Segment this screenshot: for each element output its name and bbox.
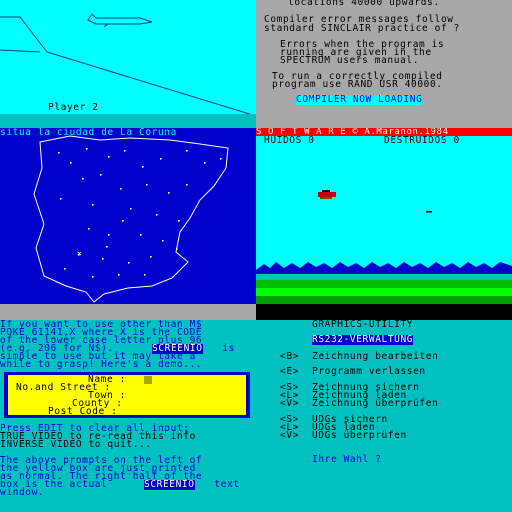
menu-item-udgs-pruefen[interactable]: <V> UDGs überprüfen (280, 431, 500, 441)
city-dots (58, 148, 222, 278)
menu-label: Zeichnung bearbeiten (312, 351, 439, 362)
map-panel: situa la ciudad de La Coruna × (0, 128, 256, 320)
loading-status: COMPILER NOW LOADING (296, 94, 423, 105)
ground-cyan-band (256, 274, 512, 280)
input-form-box: Name : No.and Street : Town : County : P… (4, 372, 250, 418)
wing-outline (0, 16, 256, 117)
ground-green-band (256, 280, 512, 288)
outro-line: window. (0, 487, 45, 498)
player-plane-icon (318, 190, 336, 199)
menu-key: <E> (280, 366, 299, 377)
menu-label: Programm verlassen (312, 366, 426, 377)
ground-darkgreen-band (256, 296, 512, 304)
shooter-canvas (256, 190, 512, 320)
form-input-area[interactable] (154, 375, 246, 415)
info-line: SPECTRUM users manual. (280, 55, 420, 66)
menu-title: GRAPHICS-UTILITY (312, 320, 414, 330)
ground-black-band (256, 304, 512, 320)
intro-line: while to grasp! Here's a demo... (0, 359, 203, 370)
menu-item-bearbeiten[interactable]: <B> Zeichnung bearbeiten (280, 352, 500, 362)
menu-label: Zeichnung überprüfen (312, 398, 439, 409)
graphics-utility-panel: GRAPHICS-UTILITY RS232-VERWALTUNG <B> Ze… (256, 320, 512, 512)
ground-lightgreen-band (256, 288, 512, 296)
menu-item-verlassen[interactable]: <E> Programm verlassen (280, 367, 500, 377)
screenio-panel: If you want to use other than M$ POKE 61… (0, 320, 256, 512)
map-canvas: × (33, 135, 229, 303)
intro-line: is (216, 343, 235, 354)
map-footer-bar (0, 304, 256, 320)
menu-subtitle: RS232-VERWALTUNG (312, 334, 414, 345)
flight-sim-panel: Player 2 (0, 0, 256, 128)
form-label-postcode: Post Code : (48, 406, 118, 417)
enemy-plane-icon (87, 13, 153, 28)
compiler-info-panel: locations 40000 upwards. Compiler error … (256, 0, 512, 128)
spain-outline (33, 135, 229, 303)
wing-edge (0, 49, 41, 53)
menu-item-zeichnung-pruefen[interactable]: <V> Zeichnung überprüfen (280, 399, 500, 409)
cursor-marker: × (77, 249, 82, 258)
menu-key: <B> (280, 351, 299, 362)
shooter-panel: S O F T W A R E © A.Maranon.1984 HUIDOS … (256, 128, 512, 320)
instruction-line: INVERSE VIDEO to quit... (0, 439, 152, 450)
screenio-highlight: SCREENIO (144, 479, 195, 490)
info-line: locations 40000 upwards. (288, 0, 440, 8)
info-line: program use RAND USR 40000. (272, 79, 443, 90)
ground-strip (0, 114, 256, 128)
flight-sim-canvas (0, 13, 256, 128)
outro-line: text (208, 479, 240, 490)
distant-target (426, 211, 432, 213)
menu-key: <V> (280, 430, 299, 441)
player-label: Player 2 (48, 102, 99, 113)
menu-label: UDGs überprüfen (312, 430, 407, 441)
info-line: standard SINCLAIR practice of ? (264, 23, 460, 34)
choice-prompt[interactable]: Ihre Wahl ? (312, 455, 382, 465)
text-cursor[interactable] (144, 376, 152, 384)
menu-key: <V> (280, 398, 299, 409)
